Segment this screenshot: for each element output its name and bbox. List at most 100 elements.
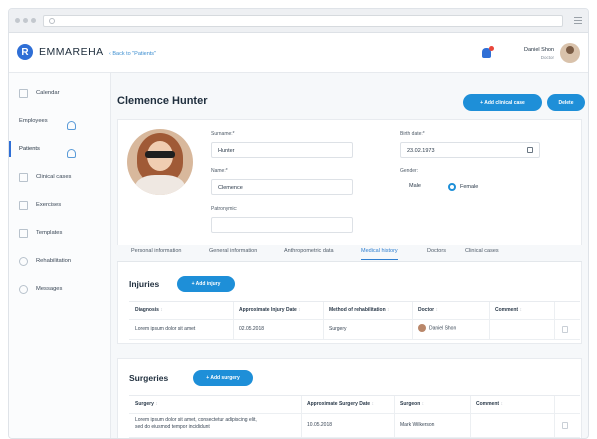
app-header: R EMMAREHA ‹ Back to "Patients" Daniel S…: [9, 33, 588, 73]
main-content: Clemence Hunter + Add clinical case Dele…: [111, 73, 588, 438]
table-row[interactable]: Lorem ipsum dolor sit amet 02.05.2018 Su…: [129, 320, 580, 340]
sidebar-item-employees[interactable]: Employees: [9, 107, 110, 135]
date-cell: 02.05.2018: [239, 326, 265, 332]
back-link[interactable]: ‹ Back to "Patients": [109, 51, 156, 57]
tab-doctors[interactable]: Doctors: [427, 248, 446, 254]
surgeries-table: Surgery Approximate Surgery Date Surgeon…: [129, 395, 580, 438]
doctor-avatar: [418, 324, 426, 332]
surgeon-cell: Mark Wilkerson: [400, 422, 435, 428]
table-row[interactable]: Lorem ipsum dolor sit amet, consectetur …: [129, 414, 580, 438]
sidebar-item-label: Messages: [36, 286, 63, 292]
surgery-text-line: sed do eiusmod tempor incididunt: [135, 423, 210, 430]
surname-label: Surname:*: [211, 131, 235, 137]
app-logo[interactable]: R EMMAREHA: [17, 44, 104, 60]
site-info-icon: [49, 18, 55, 24]
sidebar-item-calendar[interactable]: Calendar: [9, 79, 110, 107]
browser-window: R EMMAREHA ‹ Back to "Patients" Daniel S…: [8, 8, 589, 439]
exercise-icon: [19, 200, 28, 210]
tab-general-information[interactable]: General information: [209, 248, 257, 254]
user-role: Doctor: [540, 55, 554, 60]
patient-photo[interactable]: [127, 129, 193, 195]
calendar-icon: [19, 88, 28, 98]
radio-label: Male: [409, 183, 421, 189]
table-header: Diagnosis Approximate Injury Date Method…: [129, 302, 580, 320]
column-header[interactable]: Method of rehabilitation: [329, 307, 390, 313]
window-controls[interactable]: [15, 18, 36, 23]
page-title: Clemence Hunter: [117, 95, 208, 107]
sidebar-item-label: Employees: [19, 118, 48, 124]
injuries-table: Diagnosis Approximate Injury Date Method…: [129, 301, 580, 340]
gender-male-option[interactable]: Male: [409, 183, 421, 189]
birth-date-value: 23.02.1973: [407, 148, 435, 154]
name-field[interactable]: Clemence: [211, 179, 353, 195]
birth-date-field[interactable]: 23.02.1973: [400, 142, 540, 158]
column-header[interactable]: Doctor: [418, 307, 438, 313]
column-header[interactable]: Comment: [495, 307, 522, 313]
address-bar[interactable]: [43, 15, 563, 27]
table-header: Surgery Approximate Surgery Date Surgeon…: [129, 396, 580, 414]
injuries-title: Injuries: [129, 279, 160, 289]
browser-chrome: [9, 9, 588, 33]
surgery-text-line: Lorem ipsum dolor sit amet, consectetur …: [135, 417, 257, 423]
calendar-icon[interactable]: [527, 147, 533, 153]
sidebar-item-templates[interactable]: Templates: [9, 219, 110, 247]
browser-menu-icon[interactable]: [574, 17, 582, 25]
app-name: EMMAREHA: [39, 46, 104, 58]
tab-medical-history[interactable]: Medical history: [361, 248, 398, 260]
trash-icon[interactable]: [562, 326, 568, 333]
tab-bar: Personal information General information…: [117, 244, 582, 262]
employees-icon: [67, 121, 76, 130]
patronymic-label: Patronymic:: [211, 206, 238, 212]
sidebar-item-label: Rehabilitation: [36, 258, 72, 264]
tab-anthropometric-data[interactable]: Anthropometric data: [284, 248, 334, 254]
radio-checked-icon: [448, 183, 456, 191]
patronymic-field[interactable]: [211, 217, 353, 233]
sidebar-item-label: Clinical cases: [36, 174, 72, 180]
column-header[interactable]: Approximate Injury Date: [239, 307, 301, 313]
column-header[interactable]: Comment: [476, 401, 503, 407]
sidebar-item-rehabilitation[interactable]: Rehabilitation: [9, 247, 110, 275]
delete-button[interactable]: Delete: [547, 94, 585, 111]
surgeries-title: Surgeries: [129, 373, 169, 383]
notifications-button[interactable]: [482, 46, 494, 60]
birth-date-label: Birth date:*: [400, 131, 425, 137]
sidebar-item-messages[interactable]: Messages: [9, 275, 110, 303]
sidebar-item-label: Templates: [36, 230, 63, 236]
surname-field[interactable]: Hunter: [211, 142, 353, 158]
diagnosis-cell: Lorem ipsum dolor sit amet: [135, 326, 196, 332]
add-surgery-button[interactable]: + Add surgery: [193, 370, 253, 386]
user-info[interactable]: Daniel Shon Doctor: [524, 47, 554, 60]
column-header[interactable]: Approximate Surgery Date: [307, 401, 374, 407]
user-avatar[interactable]: [560, 43, 580, 63]
surgery-cell: Lorem ipsum dolor sit amet, consectetur …: [135, 417, 257, 430]
logo-icon: R: [17, 44, 33, 60]
sidebar-item-patients[interactable]: Patients: [9, 135, 110, 163]
radio-label: Female: [460, 184, 479, 190]
trash-icon[interactable]: [562, 422, 568, 429]
template-icon: [19, 228, 28, 238]
tab-personal-information[interactable]: Personal information: [131, 248, 181, 254]
patients-icon: [67, 149, 76, 158]
gender-label: Gender:: [400, 168, 419, 174]
doctor-name: Daniel Shon: [429, 325, 457, 332]
user-name: Daniel Shon: [524, 47, 554, 53]
add-clinical-case-button[interactable]: + Add clinical case: [463, 94, 542, 111]
sidebar-item-exercises[interactable]: Exercises: [9, 191, 110, 219]
column-header[interactable]: Surgery: [135, 401, 158, 407]
sidebar-item-clinical-cases[interactable]: Clinical cases: [9, 163, 110, 191]
doctor-cell: Daniel Shon: [418, 324, 456, 332]
date-cell: 10.05.2018: [307, 422, 333, 428]
gender-female-option[interactable]: Female: [448, 183, 478, 191]
tab-clinical-cases[interactable]: Clinical cases: [465, 248, 499, 254]
column-header[interactable]: Surgeon: [400, 401, 424, 407]
clipboard-icon: [19, 172, 28, 182]
message-icon: [19, 284, 28, 294]
sidebar-item-label: Calendar: [36, 90, 60, 96]
column-header[interactable]: Diagnosis: [135, 307, 163, 313]
add-injury-button[interactable]: + Add injury: [177, 276, 235, 292]
sidebar: Calendar Employees Patients Clinical cas…: [9, 73, 111, 438]
method-cell: Surgery: [329, 326, 347, 332]
rehabilitation-icon: [19, 256, 28, 266]
sidebar-item-label: Exercises: [36, 202, 62, 208]
name-label: Name:*: [211, 168, 228, 174]
